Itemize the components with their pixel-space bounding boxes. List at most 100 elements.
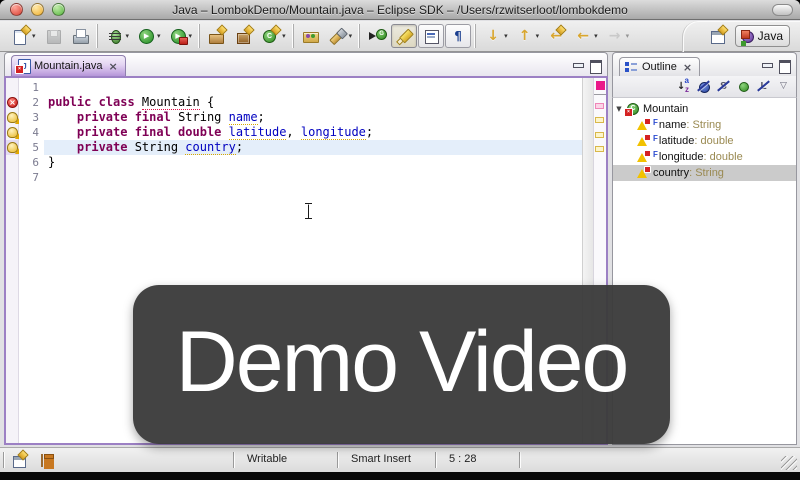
hide-local-types-icon[interactable]: L	[756, 79, 771, 94]
dropdown-arrow-icon[interactable]: ▾	[349, 32, 353, 40]
dropdown-arrow-icon[interactable]: ▾	[536, 32, 540, 40]
maximize-editor-icon[interactable]	[589, 60, 601, 71]
line-number: 2	[19, 95, 44, 110]
outline-item-label: Mountain	[643, 103, 688, 115]
hide-fields-icon[interactable]	[696, 79, 711, 94]
editor-tab-close-icon[interactable]: ×	[109, 61, 118, 72]
dropdown-arrow-icon[interactable]: ▾	[32, 32, 36, 40]
new-java-package-button[interactable]	[231, 24, 257, 48]
last-edit-location-button[interactable]: ←	[543, 24, 569, 48]
outline-item-name[interactable]: Fname : String	[613, 117, 796, 133]
mark-occurrences-button[interactable]	[391, 24, 417, 48]
maximize-outline-icon[interactable]	[778, 60, 790, 71]
overview-error-marker[interactable]	[595, 103, 604, 109]
fast-view-icon[interactable]	[10, 451, 28, 469]
field-warning-icon	[635, 166, 650, 180]
dropdown-arrow-icon[interactable]: ▾	[626, 32, 630, 40]
overview-warning-marker[interactable]	[595, 117, 604, 123]
hide-non-public-icon[interactable]	[736, 79, 751, 94]
back-icon: ←	[573, 26, 593, 46]
outline-tab[interactable]: Outline ×	[619, 57, 700, 76]
open-perspective-button[interactable]	[705, 24, 731, 48]
field-warning-icon	[635, 150, 650, 164]
previous-annotation-button[interactable]: ↑▾	[512, 24, 543, 48]
outline-tab-close-icon[interactable]: ×	[683, 62, 692, 73]
gutter-cell	[6, 170, 18, 185]
debug-button[interactable]: ▾	[102, 24, 133, 48]
code-line[interactable]: private final String name;	[44, 110, 582, 125]
show-whitespace-button[interactable]: ¶	[445, 24, 471, 48]
minimize-outline-icon[interactable]	[761, 60, 773, 71]
search-button[interactable]: ▾	[325, 24, 356, 48]
next-annotation-button[interactable]: ↓▾	[480, 24, 511, 48]
error-marker-icon[interactable]	[7, 97, 18, 108]
code-token: ;	[236, 140, 243, 154]
open-type-button[interactable]	[298, 24, 324, 48]
code-token: latitude	[229, 125, 287, 140]
gutter-cell	[6, 140, 18, 155]
view-shortcut-icon[interactable]	[38, 451, 56, 469]
back-button[interactable]: ←▾	[570, 24, 601, 48]
code-token: country	[185, 140, 236, 155]
code-line[interactable]: public class Mountain {	[44, 95, 582, 110]
java-perspective-icon	[739, 28, 755, 44]
warning-lightbulb-icon[interactable]	[7, 142, 18, 153]
gutter-cell	[6, 155, 18, 170]
new-java-class-button[interactable]: ▾	[258, 24, 289, 48]
run-external-tools-button[interactable]: ▾	[165, 24, 196, 48]
dropdown-arrow-icon[interactable]: ▾	[157, 32, 161, 40]
code-line[interactable]	[44, 170, 582, 185]
overview-warning-marker[interactable]	[595, 132, 604, 138]
outline-item-latitude[interactable]: Flatitude : double	[613, 133, 796, 149]
code-line[interactable]: }	[44, 155, 582, 170]
insert-mode-status: Smart Insert	[351, 453, 411, 465]
code-token: {	[200, 95, 214, 109]
dropdown-arrow-icon[interactable]: ▾	[282, 32, 286, 40]
print-button[interactable]	[67, 24, 93, 48]
overview-warning-marker[interactable]	[595, 146, 604, 152]
code-line[interactable]: private final double latitude, longitude…	[44, 125, 582, 140]
code-token: private final double	[77, 125, 229, 139]
java-perspective-button[interactable]: Java	[735, 25, 790, 47]
new-wizard-button[interactable]: ▾	[8, 24, 39, 48]
code-line[interactable]: private String country;	[44, 140, 582, 155]
editor-tab-mountain-java[interactable]: Mountain.java ×	[11, 55, 126, 76]
code-token: name	[229, 110, 258, 125]
hide-static-icon[interactable]: S	[716, 79, 731, 94]
print-icon	[70, 26, 90, 46]
outline-item-label: country	[653, 167, 689, 179]
overview-error-header-icon[interactable]	[596, 81, 605, 90]
view-menu-icon[interactable]: ▽	[776, 79, 791, 94]
last-edit-location-icon: ←	[546, 26, 566, 46]
outline-item-Mountain[interactable]: ▼Mountain	[613, 101, 796, 117]
minimize-editor-icon[interactable]	[572, 60, 584, 71]
code-line[interactable]	[44, 80, 582, 95]
title-bar[interactable]: Java – LombokDemo/Mountain.java – Eclips…	[0, 0, 800, 20]
annotation-gutter[interactable]	[6, 78, 19, 443]
new-java-project-button[interactable]	[204, 24, 230, 48]
status-divider	[233, 452, 235, 468]
toggle-breadcrumb-button[interactable]	[364, 24, 390, 48]
dropdown-arrow-icon[interactable]: ▾	[189, 32, 193, 40]
code-token: private final	[77, 110, 178, 124]
outline-item-longitude[interactable]: Flongitude : double	[613, 149, 796, 165]
sort-icon[interactable]: ↓	[676, 79, 691, 94]
warning-lightbulb-icon[interactable]	[7, 127, 18, 138]
new-java-class-icon	[261, 26, 281, 46]
outline-item-type: : String	[689, 167, 724, 179]
dropdown-arrow-icon[interactable]: ▾	[126, 32, 130, 40]
line-number: 6	[19, 155, 44, 170]
dropdown-arrow-icon[interactable]: ▾	[504, 32, 508, 40]
java-perspective-label: Java	[758, 29, 783, 43]
resize-grip[interactable]	[781, 456, 797, 470]
outline-item-country[interactable]: country : String	[613, 165, 796, 181]
class-error-icon	[625, 102, 640, 116]
toolbar-toggle-lozenge[interactable]	[772, 4, 793, 16]
outline-minmax	[761, 60, 790, 76]
run-button[interactable]: ▾	[133, 24, 164, 48]
warning-lightbulb-icon[interactable]	[7, 112, 18, 123]
dropdown-arrow-icon[interactable]: ▾	[594, 32, 598, 40]
show-selected-element-button[interactable]	[418, 24, 444, 48]
gutter-cell	[6, 95, 18, 110]
outline-item-label: name	[659, 119, 687, 131]
